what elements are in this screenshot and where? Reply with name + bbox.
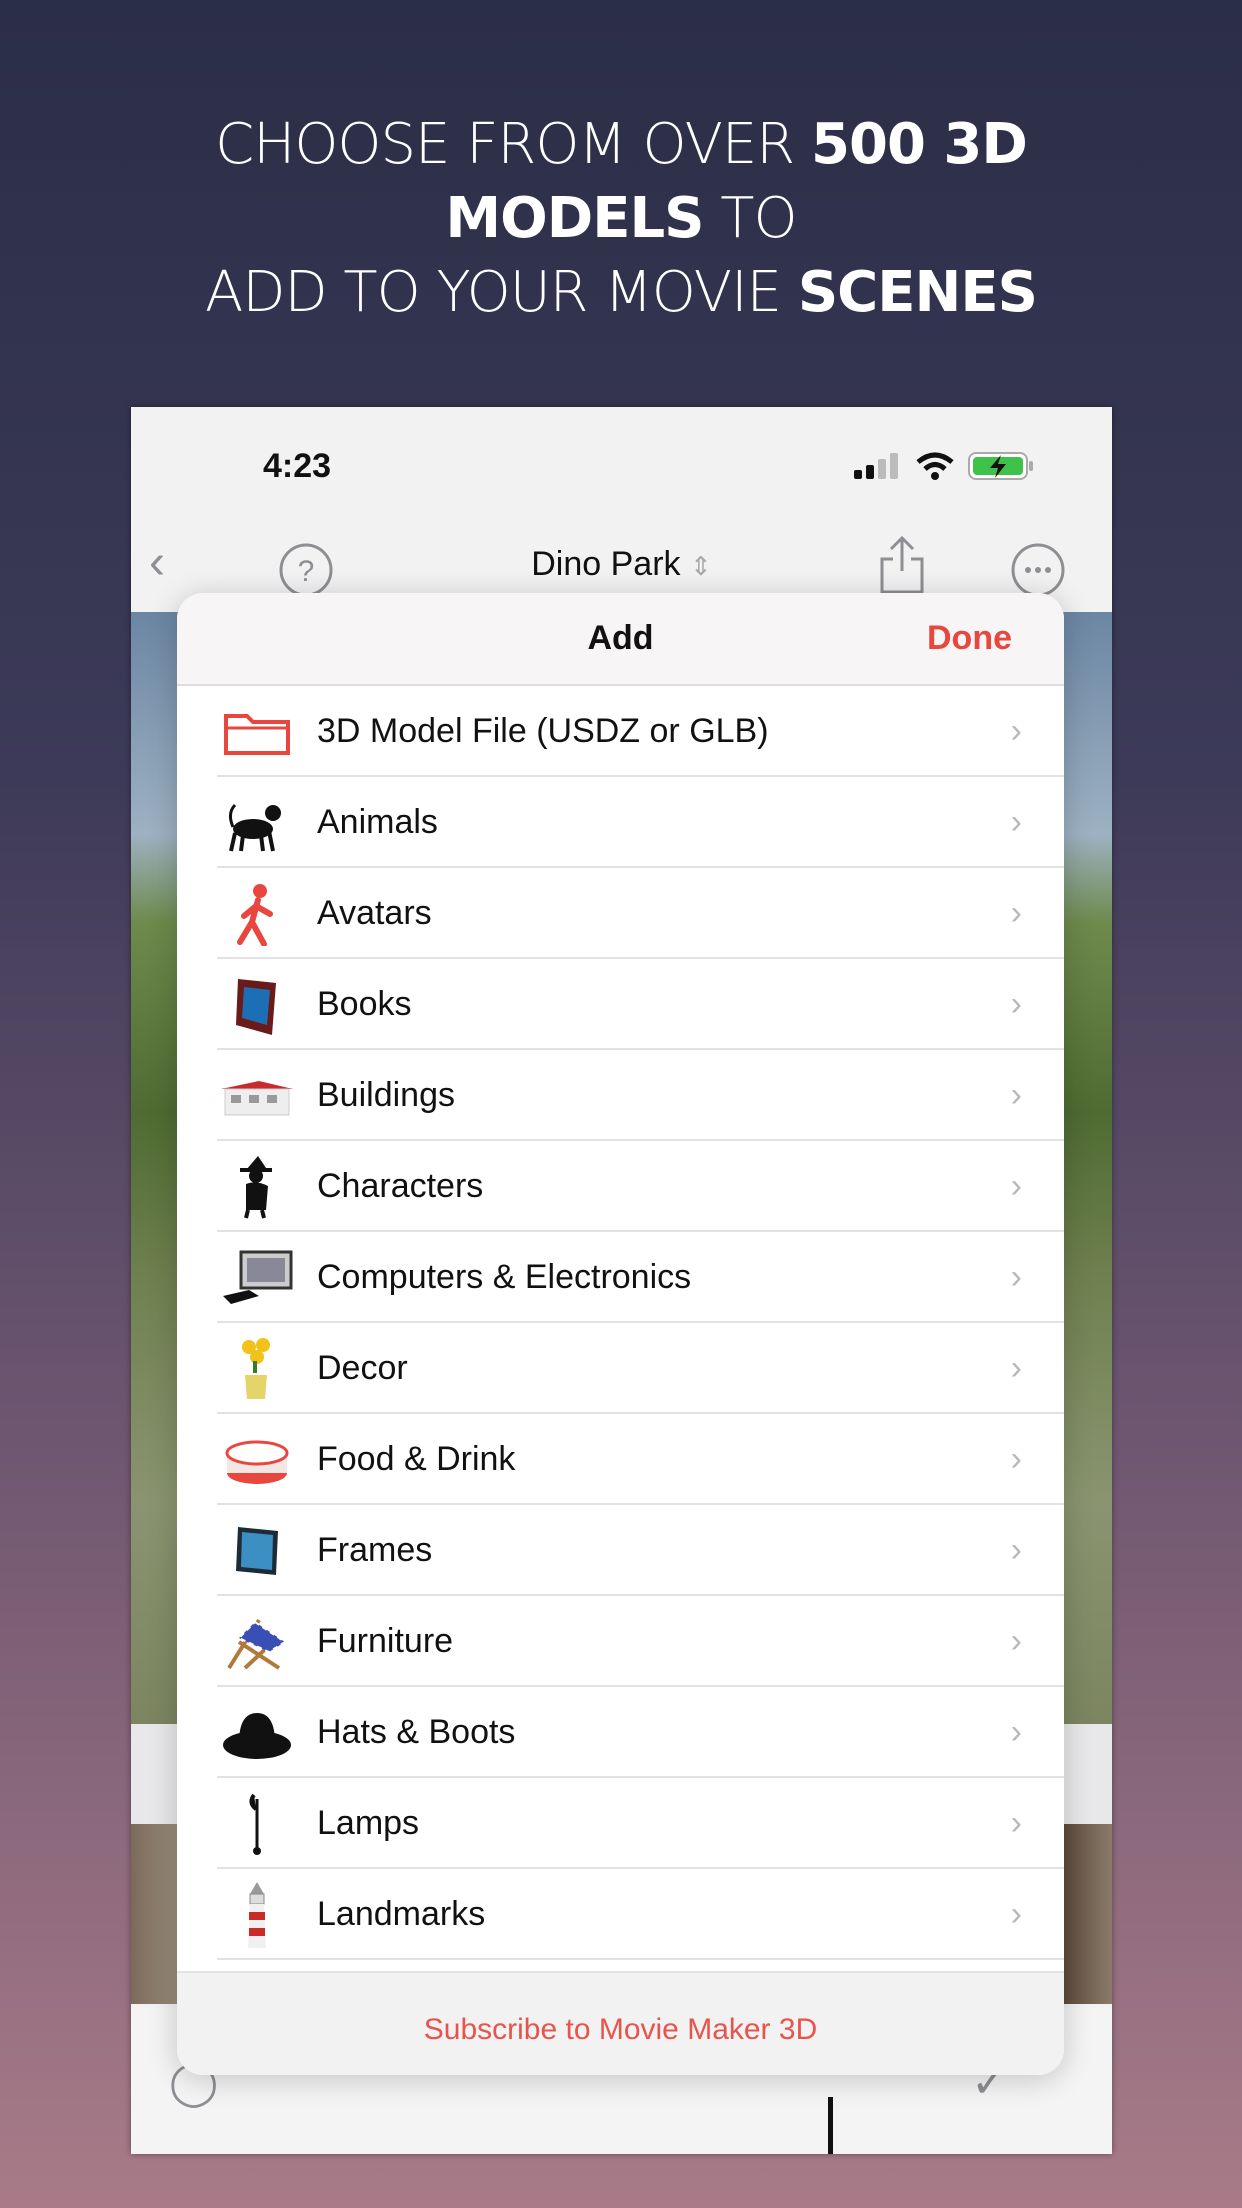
- cake-icon: [219, 1428, 295, 1492]
- list-item-label: Landmarks: [317, 1895, 486, 1933]
- list-item-label: 3D Model File (USDZ or GLB): [317, 712, 769, 750]
- hat-icon: [219, 1701, 295, 1765]
- book-icon: [219, 973, 295, 1037]
- wifi-icon: [916, 452, 954, 480]
- flower-vase-icon: [219, 1337, 295, 1401]
- status-time: 4:23: [263, 447, 332, 485]
- list-item-food-drink[interactable]: Food & Drink ›: [177, 1414, 1064, 1505]
- list-item-animals[interactable]: Animals ›: [177, 777, 1064, 868]
- list-item-label: Furniture: [317, 1622, 454, 1660]
- chevron-right-icon: ›: [1010, 985, 1022, 1023]
- chevron-right-icon: ›: [1010, 1531, 1022, 1569]
- lamp-icon: [219, 1792, 295, 1856]
- chevron-right-icon: ›: [1010, 1167, 1022, 1205]
- list-item-hats-boots[interactable]: Hats & Boots ›: [177, 1687, 1064, 1778]
- chevron-right-icon: ›: [1010, 1258, 1022, 1296]
- building-icon: [219, 1064, 295, 1128]
- list-item-label: Computers & Electronics: [317, 1258, 692, 1296]
- chevron-right-icon: ›: [1010, 1713, 1022, 1751]
- list-item-3d-model-file-usdz-or-glb[interactable]: 3D Model File (USDZ or GLB) ›: [177, 686, 1064, 777]
- category-list: 3D Model File (USDZ or GLB) › Animals › Avat…: [177, 686, 1064, 1960]
- folder-icon: [219, 700, 295, 764]
- subscribe-link[interactable]: Subscribe to Movie Maker 3D: [424, 2013, 818, 2047]
- computer-icon: [219, 1246, 295, 1310]
- sort-chevrons-icon: ⇕: [689, 551, 712, 581]
- chevron-right-icon: ›: [1010, 1349, 1022, 1387]
- project-title[interactable]: Dino Park ⇕: [131, 545, 1112, 584]
- list-item-label: Animals: [317, 803, 438, 841]
- witch-icon: [219, 1155, 295, 1219]
- deck-chair-icon: [219, 1610, 295, 1674]
- chevron-right-icon: ›: [1010, 803, 1022, 841]
- headline-text: CHOOSE FROM OVER: [215, 112, 812, 177]
- headline-text: TO: [703, 186, 797, 251]
- chevron-right-icon: ›: [1010, 1076, 1022, 1114]
- list-item-buildings[interactable]: Buildings ›: [177, 1050, 1064, 1141]
- list-item-frames[interactable]: Frames ›: [177, 1505, 1064, 1596]
- project-title-text: Dino Park: [531, 545, 681, 583]
- headline-text: ADD TO YOUR MOVIE: [205, 260, 798, 325]
- list-item-label: Avatars: [317, 894, 432, 932]
- chevron-right-icon: ›: [1010, 1440, 1022, 1478]
- headline-bold: 500 3D: [811, 112, 1028, 177]
- chevron-right-icon: ›: [1010, 712, 1022, 750]
- status-icons: [854, 451, 1034, 481]
- list-item-label: Food & Drink: [317, 1440, 516, 1478]
- chevron-right-icon: ›: [1010, 894, 1022, 932]
- list-item-label: Characters: [317, 1167, 484, 1205]
- promo-headline: CHOOSE FROM OVER 500 3D MODELS TO ADD TO…: [0, 108, 1242, 330]
- list-item-label: Frames: [317, 1531, 433, 1569]
- list-item-label: Books: [317, 985, 412, 1023]
- list-item-label: Buildings: [317, 1076, 455, 1114]
- frame-icon: [219, 1519, 295, 1583]
- battery-charging-icon: [968, 452, 1033, 480]
- list-item-computers-electronics[interactable]: Computers & Electronics ›: [177, 1232, 1064, 1323]
- chevron-right-icon: ›: [1010, 1895, 1022, 1933]
- more-icon[interactable]: [1011, 543, 1065, 597]
- chevron-right-icon: ›: [1010, 1622, 1022, 1660]
- walking-person-icon: [219, 882, 295, 946]
- chevron-right-icon: ›: [1010, 1804, 1022, 1842]
- list-item-furniture[interactable]: Furniture ›: [177, 1596, 1064, 1687]
- headline-bold: MODELS: [445, 186, 704, 251]
- sheet-header: Add Done: [177, 593, 1064, 686]
- done-button[interactable]: Done: [927, 619, 1012, 658]
- nav-bar: ‹ ? Dino Park ⇕: [131, 535, 1112, 597]
- cat-icon: [219, 791, 295, 855]
- list-item-decor[interactable]: Decor ›: [177, 1323, 1064, 1414]
- add-sheet: Add Done 3D Model File (USDZ or GLB) › Ani…: [177, 593, 1064, 2075]
- signal-icon: [854, 453, 898, 479]
- sheet-footer: Subscribe to Movie Maker 3D: [177, 1971, 1064, 2075]
- share-icon[interactable]: [877, 535, 927, 595]
- list-item-label: Decor: [317, 1349, 408, 1387]
- list-item-label: Hats & Boots: [317, 1713, 516, 1751]
- timeline-marker: [828, 2097, 833, 2154]
- lighthouse-icon: [219, 1881, 295, 1948]
- list-item-avatars[interactable]: Avatars ›: [177, 868, 1064, 959]
- headline-bold: SCENES: [797, 260, 1038, 325]
- list-item-lamps[interactable]: Lamps ›: [177, 1778, 1064, 1869]
- list-item-characters[interactable]: Characters ›: [177, 1141, 1064, 1232]
- list-item-landmarks[interactable]: Landmarks ›: [177, 1869, 1064, 1960]
- list-item-books[interactable]: Books ›: [177, 959, 1064, 1050]
- list-item-label: Lamps: [317, 1804, 420, 1842]
